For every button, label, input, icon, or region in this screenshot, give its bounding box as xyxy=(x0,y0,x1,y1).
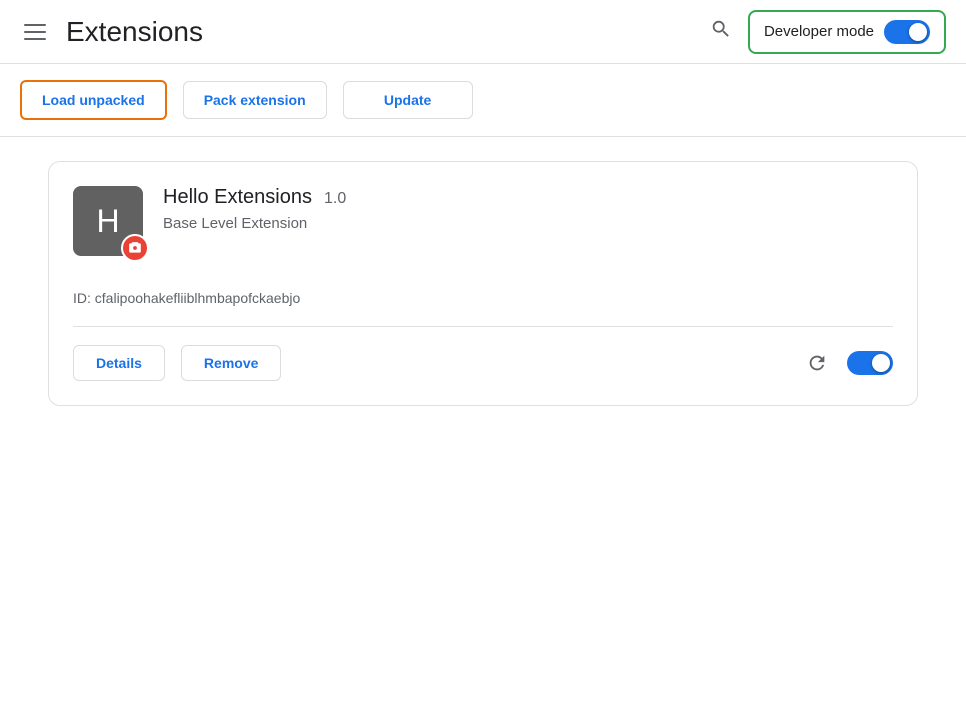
ext-toggle-knob xyxy=(872,354,890,372)
card-top: H Hello Extensions 1.0 Base Level Extens… xyxy=(73,186,893,256)
extension-description: Base Level Extension xyxy=(163,215,893,232)
extension-card: H Hello Extensions 1.0 Base Level Extens… xyxy=(48,161,918,406)
load-unpacked-button[interactable]: Load unpacked xyxy=(20,80,167,120)
remove-button[interactable]: Remove xyxy=(181,345,281,381)
extension-version: 1.0 xyxy=(324,190,346,208)
search-icon[interactable] xyxy=(710,18,732,45)
page-title: Extensions xyxy=(66,16,203,48)
hamburger-icon[interactable] xyxy=(20,20,50,44)
header: Extensions Developer mode xyxy=(0,0,966,64)
developer-mode-toggle[interactable] xyxy=(884,20,930,44)
card-bottom: Details Remove xyxy=(73,326,893,381)
toolbar: Load unpacked Pack extension Update xyxy=(0,64,966,137)
extension-name-row: Hello Extensions 1.0 xyxy=(163,186,893,209)
extension-toggle[interactable] xyxy=(847,351,893,375)
update-button[interactable]: Update xyxy=(343,81,473,119)
toggle-thumb xyxy=(909,23,927,41)
extension-icon-wrapper: H xyxy=(73,186,143,256)
header-right: Developer mode xyxy=(710,10,946,54)
extension-id: ID: cfalipoohakefliiblhmbapofckaebjo xyxy=(73,280,893,306)
camera-icon xyxy=(128,241,142,255)
extension-icon-letter: H xyxy=(96,203,119,240)
main-content: H Hello Extensions 1.0 Base Level Extens… xyxy=(0,137,966,430)
extension-name: Hello Extensions xyxy=(163,186,312,209)
reload-icon[interactable] xyxy=(803,349,831,377)
header-left: Extensions xyxy=(20,16,710,48)
extension-badge xyxy=(121,234,149,262)
pack-extension-button[interactable]: Pack extension xyxy=(183,81,327,119)
developer-mode-container: Developer mode xyxy=(748,10,946,54)
details-button[interactable]: Details xyxy=(73,345,165,381)
developer-mode-label: Developer mode xyxy=(764,23,874,40)
toggle-track xyxy=(884,20,930,44)
extension-info: Hello Extensions 1.0 Base Level Extensio… xyxy=(163,186,893,232)
